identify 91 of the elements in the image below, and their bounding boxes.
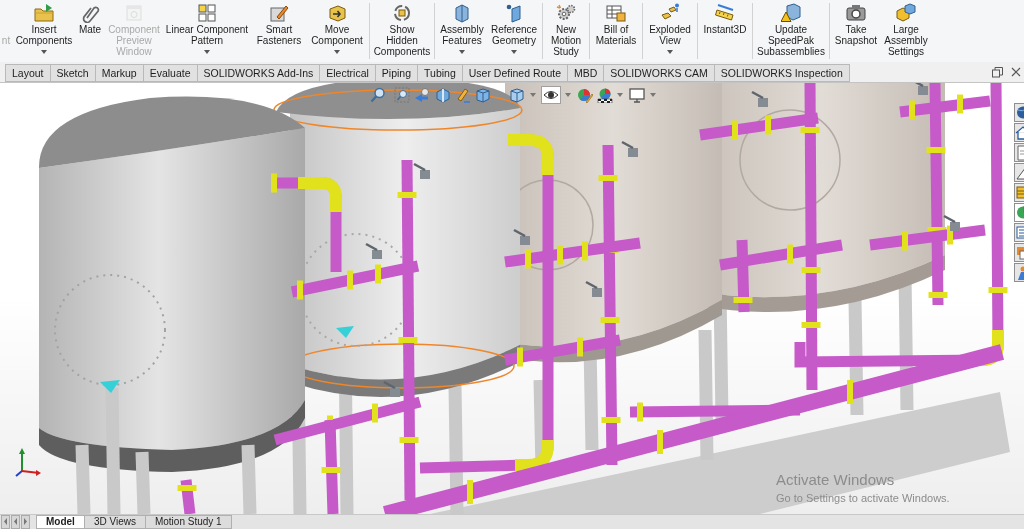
command-button[interactable]: Take Snapshot: [833, 0, 879, 58]
ribbon-tab[interactable]: Sketch: [49, 64, 96, 82]
ribbon-tab[interactable]: Markup: [94, 64, 144, 82]
cube-icon: [452, 3, 472, 23]
ribbon-tab[interactable]: SOLIDWORKS CAM: [603, 64, 715, 82]
eye-icon[interactable]: [541, 86, 561, 104]
dashed-ring-icon: [392, 3, 412, 23]
command-button[interactable]: Assembly Features: [438, 0, 486, 58]
valve: [943, 214, 960, 231]
caret-icon[interactable]: [565, 93, 571, 97]
magnifier-icon[interactable]: [370, 87, 386, 103]
arrow-icon[interactable]: [414, 87, 430, 103]
ball-checker-icon[interactable]: [597, 87, 613, 103]
camera-icon: [846, 3, 866, 23]
command-button[interactable]: Linear Component Pattern: [164, 0, 250, 58]
squares-icon[interactable]: [1014, 243, 1024, 262]
activation-title: Activate Windows: [776, 471, 896, 489]
valve: [413, 162, 430, 179]
ribbon-tab[interactable]: User Defined Route: [461, 64, 568, 82]
valve: [383, 380, 400, 397]
command-button[interactable]: Mate: [76, 0, 104, 58]
command-button[interactable]: Update SpeedPak Subassemblies: [756, 0, 826, 58]
valve: [365, 242, 382, 259]
caret-icon[interactable]: [459, 50, 465, 54]
arrow-left-icon[interactable]: [1, 515, 10, 529]
person-icon[interactable]: [1014, 263, 1024, 282]
folder-icon: [34, 3, 54, 23]
command-button[interactable]: Show Hidden Components: [373, 0, 431, 58]
table-icon: [606, 3, 626, 23]
valve: [621, 140, 638, 157]
monitor-icon[interactable]: [629, 87, 645, 103]
caret-icon[interactable]: [334, 50, 340, 54]
command-button[interactable]: Bill of Materials: [593, 0, 639, 58]
command-button[interactable]: Large Assembly Settings: [882, 0, 930, 58]
pencil-icon[interactable]: [455, 87, 471, 103]
bottom-tab[interactable]: Model: [36, 515, 85, 529]
triangle-icon[interactable]: [1014, 163, 1024, 182]
home-icon[interactable]: [1014, 123, 1024, 142]
ribbon-tab[interactable]: Tubing: [417, 64, 463, 82]
box-pencil-icon: [269, 3, 289, 23]
zoom-area-icon[interactable]: [394, 87, 410, 103]
document-icon[interactable]: [1014, 143, 1024, 162]
caret-icon[interactable]: [41, 50, 47, 54]
valve: [585, 280, 602, 297]
bottom-tab[interactable]: 3D Views: [83, 515, 146, 529]
activation-message: Go to Settings to activate Windows.: [776, 491, 950, 505]
ribbon-tab[interactable]: Piping: [374, 64, 419, 82]
restore-icon[interactable]: [992, 66, 1003, 78]
valve: [513, 228, 530, 245]
caret-icon[interactable]: [511, 50, 517, 54]
ribbon-tab[interactable]: SOLIDWORKS Add-Ins: [196, 64, 321, 82]
caret-icon[interactable]: [617, 93, 623, 97]
ribbon-tab[interactable]: MBD: [567, 64, 605, 82]
cube-icon[interactable]: [435, 87, 451, 103]
caret-icon[interactable]: [204, 50, 210, 54]
caret-icon[interactable]: [650, 93, 656, 97]
cube-icon[interactable]: [509, 87, 525, 103]
ribbon-tab[interactable]: Electrical: [319, 64, 376, 82]
command-button[interactable]: Reference Geometry: [489, 0, 539, 58]
gear-icon: [556, 3, 576, 23]
triangle-marker-icon: [336, 326, 354, 338]
close-icon[interactable]: [1011, 67, 1021, 77]
pipe: [177, 479, 197, 514]
caret-icon[interactable]: [667, 50, 673, 54]
axis-triad-icon: [14, 447, 42, 477]
command-button[interactable]: Exploded View: [646, 0, 694, 58]
command-button[interactable]: Move Component: [308, 0, 366, 58]
grid-icon: [197, 3, 217, 23]
plane-icon: [504, 3, 524, 23]
command-button[interactable]: Instant3D: [701, 0, 749, 58]
hexagon-arrow-icon: [327, 3, 347, 23]
command-button[interactable]: New Motion Study: [546, 0, 586, 58]
paperclip-icon: [80, 3, 100, 23]
triangle-marker-icon: [100, 380, 120, 393]
ruler-icon: [715, 3, 735, 23]
cubes-icon: [896, 3, 916, 23]
ribbon-tab[interactable]: Layout: [5, 64, 51, 82]
command-button[interactable]: Smart Fasteners: [253, 0, 305, 58]
ball-icon[interactable]: [1014, 203, 1024, 222]
ribbon-tab[interactable]: Evaluate: [142, 64, 198, 82]
bottom-tab[interactable]: Motion Study 1: [144, 515, 232, 529]
cube-warning-icon: [781, 3, 801, 23]
layers-icon[interactable]: [1014, 183, 1024, 202]
arrow-left-icon[interactable]: [11, 515, 20, 529]
valve: [751, 90, 768, 107]
ribbon-tab[interactable]: SOLIDWORKS Inspection: [713, 64, 850, 82]
command-button[interactable]: Insert Components: [15, 0, 73, 58]
cube-icon[interactable]: [475, 87, 491, 103]
arrow-right-icon[interactable]: [21, 515, 30, 529]
list-icon[interactable]: [1014, 223, 1024, 242]
globe-icon[interactable]: [1014, 103, 1024, 122]
